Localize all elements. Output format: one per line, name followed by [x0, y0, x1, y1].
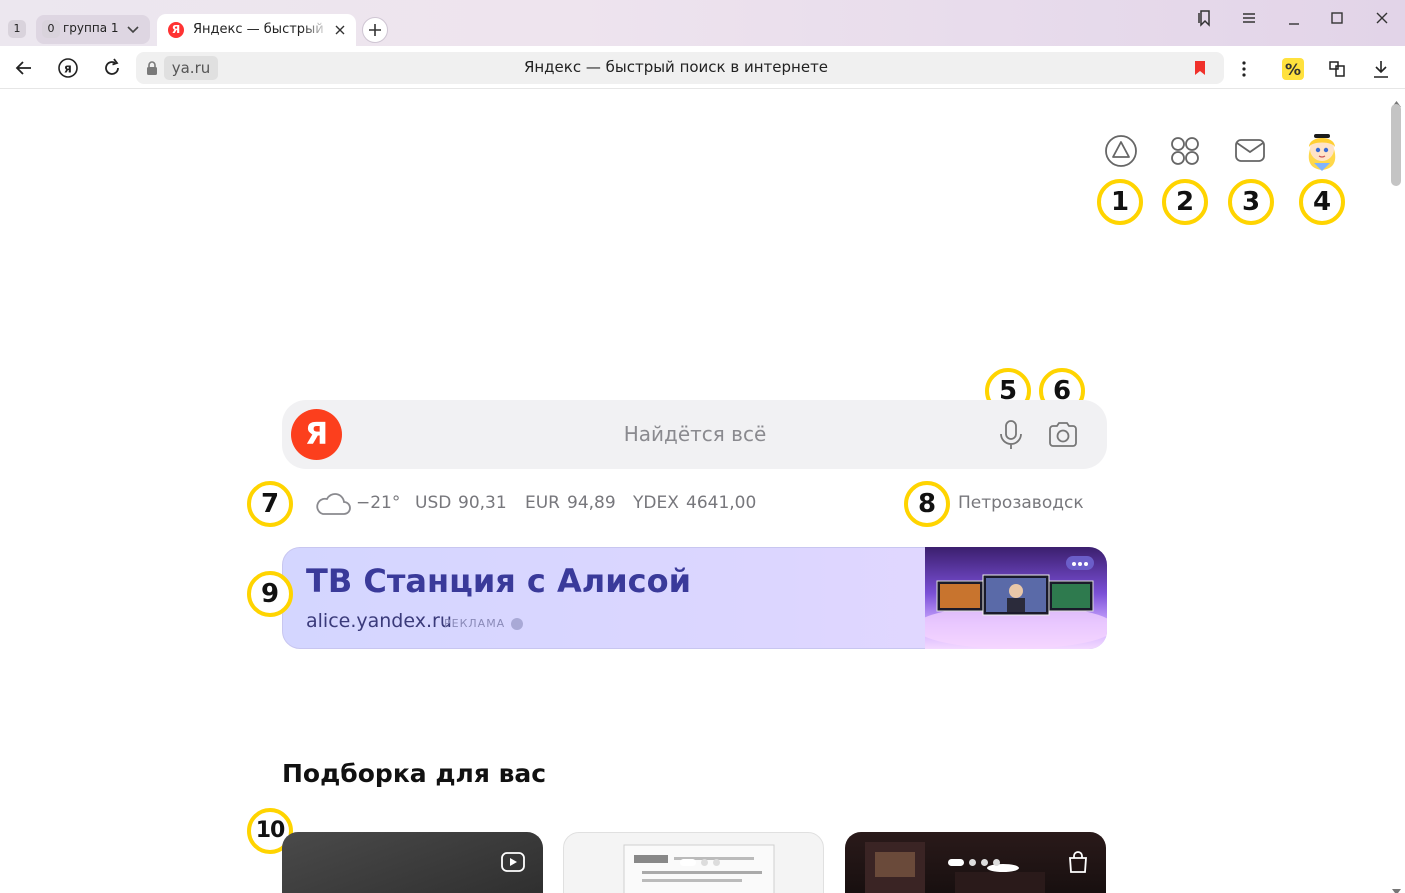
- yandex-home-icon[interactable]: я: [55, 55, 81, 81]
- camera-icon[interactable]: [1045, 417, 1081, 453]
- callout-badge-8: 8: [904, 481, 950, 527]
- collections-icon[interactable]: [1325, 57, 1349, 81]
- weather-temperature[interactable]: −21°: [356, 493, 400, 513]
- tab-group-label: группа 1: [63, 21, 119, 35]
- mail-icon[interactable]: [1229, 130, 1271, 172]
- video-icon[interactable]: [500, 850, 526, 874]
- ad-label: РЕКЛАМА: [444, 617, 506, 630]
- avatar[interactable]: [1300, 127, 1344, 173]
- bookmark-icon[interactable]: [1193, 59, 1207, 77]
- back-icon[interactable]: [11, 55, 37, 81]
- tab-title: Яндекс — быстрый поиск в интернете: [193, 22, 329, 37]
- scroll-up-icon[interactable]: [1392, 93, 1401, 107]
- chevron-down-icon[interactable]: [121, 18, 145, 40]
- address-page-title[interactable]: Яндекс — быстрый поиск в интернете: [436, 58, 916, 76]
- tab-close-icon[interactable]: [332, 22, 348, 38]
- minimize-icon[interactable]: [1277, 6, 1311, 30]
- feed-title: Подборка для вас: [282, 759, 547, 788]
- yandex-logo[interactable]: Я: [291, 409, 342, 460]
- scrollbar-thumb[interactable]: [1391, 104, 1401, 186]
- address-domain[interactable]: ya.ru: [164, 56, 218, 80]
- search-placeholder: Найдётся всё: [623, 422, 767, 446]
- microphone-icon[interactable]: [993, 417, 1029, 453]
- scroll-down-icon[interactable]: [1392, 881, 1401, 893]
- carousel-dots[interactable]: [948, 852, 1005, 866]
- svg-text:я: я: [64, 62, 72, 76]
- ad-info-icon[interactable]: [511, 618, 523, 630]
- download-icon[interactable]: [1369, 57, 1393, 81]
- menu-icon[interactable]: [1232, 6, 1266, 30]
- browser-window: 1 0 группа 1 Я Яндекс — быстрый поиск в …: [0, 0, 1405, 893]
- shopping-bag-icon[interactable]: [1065, 850, 1091, 874]
- callout-badge-3: 3: [1228, 179, 1274, 225]
- page-scrollbar[interactable]: [1388, 89, 1405, 893]
- new-tab-button[interactable]: [362, 17, 388, 43]
- alice-icon[interactable]: [1100, 130, 1142, 172]
- close-icon[interactable]: [1365, 6, 1399, 30]
- region-city[interactable]: Петрозаводск: [958, 493, 1084, 513]
- services-icon[interactable]: [1164, 130, 1206, 172]
- ydex-rate[interactable]: 4641,00: [686, 493, 756, 513]
- ad-title[interactable]: ТВ Станция с Алисой: [306, 562, 691, 600]
- cloud-icon[interactable]: [313, 488, 353, 518]
- maximize-icon[interactable]: [1320, 6, 1354, 30]
- svg-text:%: %: [1285, 60, 1301, 79]
- callout-badge-9: 9: [247, 571, 293, 617]
- tab-group-count: 0: [42, 20, 60, 38]
- ad-domain[interactable]: alice.yandex.ru: [306, 610, 452, 632]
- reload-icon[interactable]: [99, 55, 125, 81]
- callout-badge-2: 2: [1162, 179, 1208, 225]
- yandex-favicon-icon: Я: [168, 22, 184, 38]
- lock-icon[interactable]: [144, 60, 160, 76]
- callout-badge-7: 7: [247, 481, 293, 527]
- carousel-dots[interactable]: [680, 852, 725, 866]
- bookmarks-panel-icon[interactable]: [1188, 6, 1222, 30]
- usd-label[interactable]: USD: [415, 493, 451, 513]
- eur-rate[interactable]: 94,89: [567, 493, 616, 513]
- more-icon[interactable]: [1232, 57, 1256, 81]
- usd-rate[interactable]: 90,31: [458, 493, 507, 513]
- eur-label[interactable]: EUR: [525, 493, 560, 513]
- ad-menu-icon[interactable]: [1066, 556, 1094, 570]
- discount-extension-icon[interactable]: %: [1281, 57, 1305, 81]
- tab-count-badge[interactable]: 1: [8, 20, 26, 38]
- callout-badge-4: 4: [1299, 179, 1345, 225]
- callout-badge-1: 1: [1097, 179, 1143, 225]
- ydex-label[interactable]: YDEX: [633, 493, 679, 513]
